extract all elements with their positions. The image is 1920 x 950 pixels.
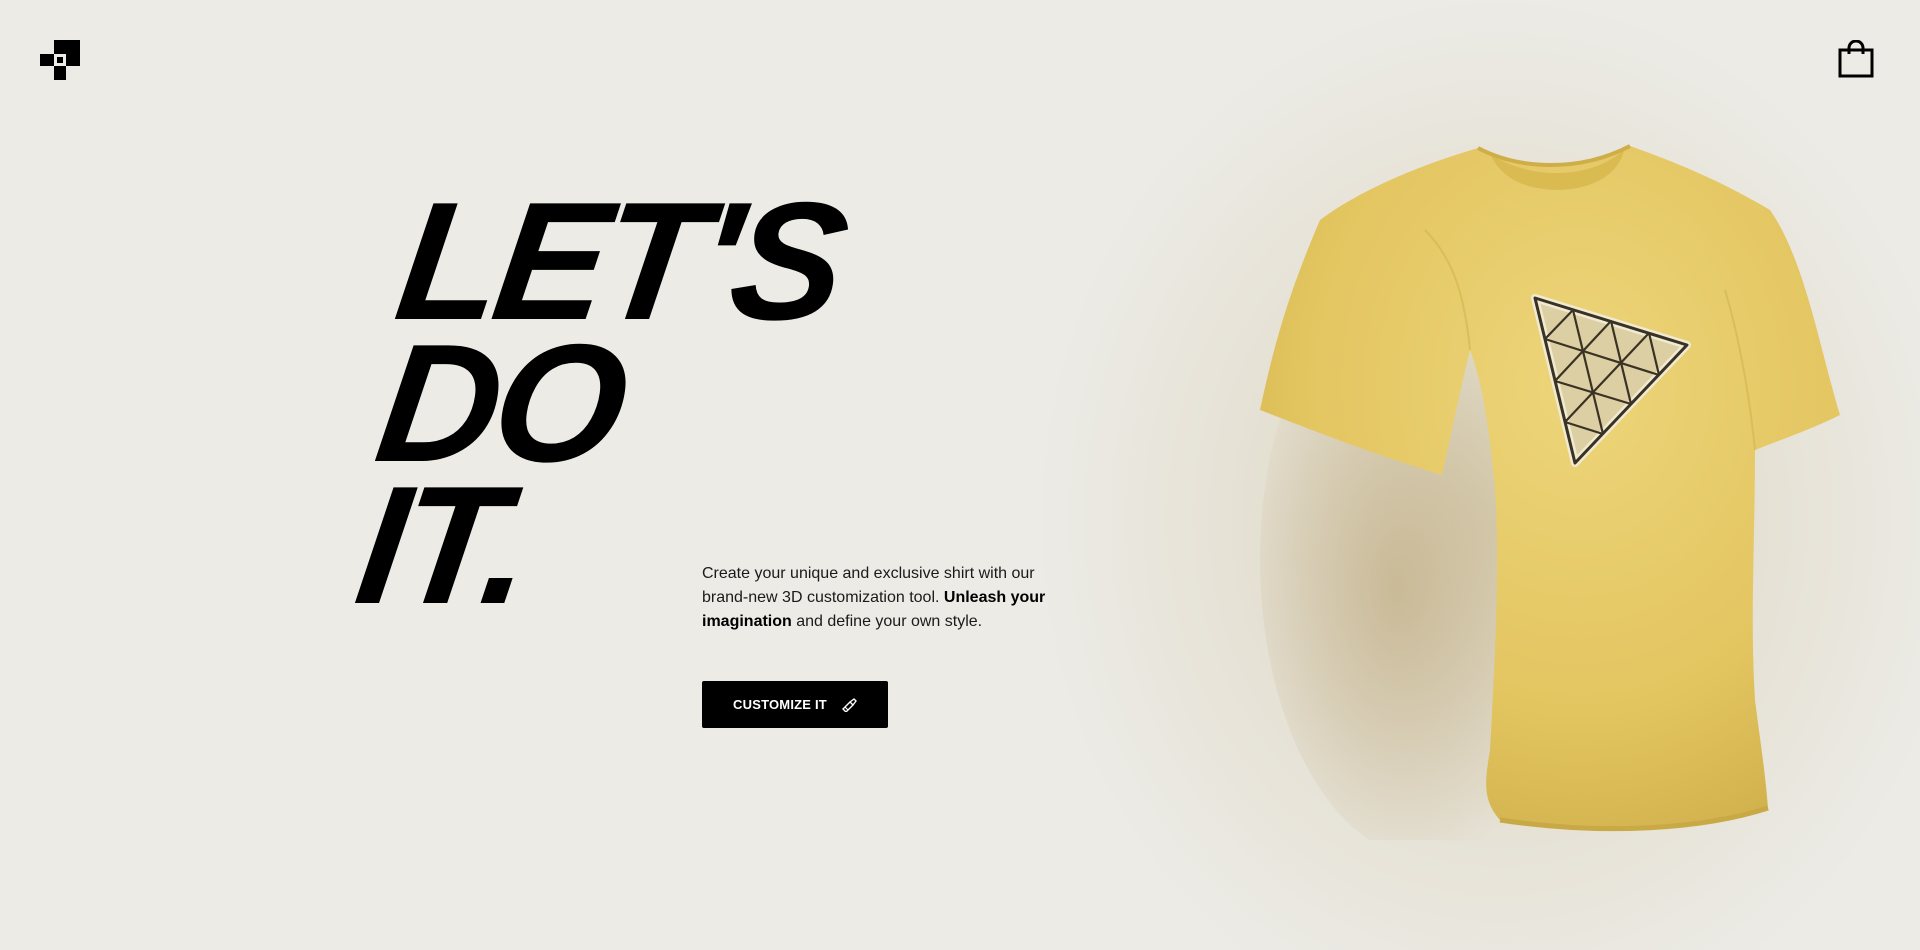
paint-brush-icon	[841, 697, 857, 712]
yellow-tshirt-image	[1260, 144, 1840, 840]
description-text-2: and define your own style.	[791, 613, 983, 630]
blocks-logo-icon[interactable]	[40, 40, 80, 80]
customize-it-button[interactable]: CUSTOMIZE IT	[702, 681, 888, 728]
hero-page: LET'S DO IT. Create your unique and excl…	[0, 0, 1920, 950]
shopping-bag-icon[interactable]	[1838, 40, 1874, 78]
customize-it-label: CUSTOMIZE IT	[733, 697, 827, 712]
hero-headline: LET'S DO IT.	[347, 167, 853, 639]
hero-description: Create your unique and exclusive shirt w…	[702, 562, 1062, 634]
